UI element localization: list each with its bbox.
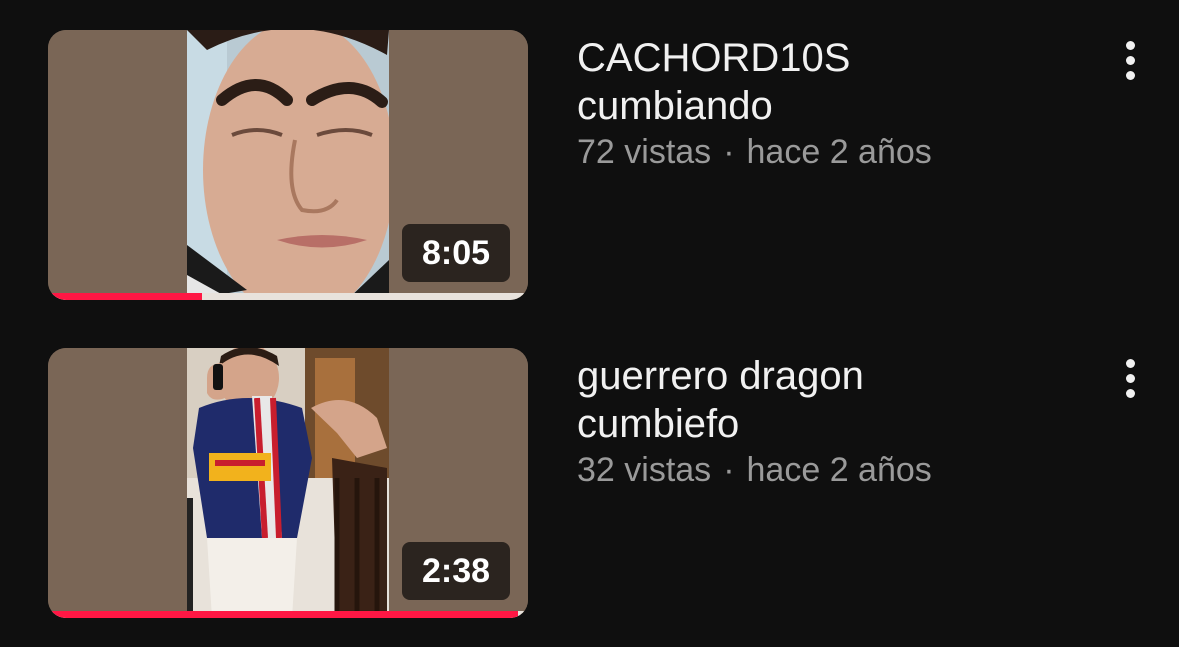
- video-title-line-2: cumbiando: [577, 84, 773, 128]
- upload-age: hace 2 años: [746, 133, 932, 171]
- video-info[interactable]: guerrero dragon cumbiefo 32 vistas · hace …: [577, 352, 1097, 490]
- video-title-line-2: cumbiefo: [577, 402, 740, 446]
- meta-separator: ·: [723, 451, 735, 489]
- upload-age: hace 2 años: [746, 451, 932, 489]
- watch-progress-bar: [48, 611, 528, 618]
- kebab-dot: [1125, 388, 1135, 398]
- meta-separator: ·: [723, 133, 735, 171]
- video-info[interactable]: CACHORD10S cumbiando 72 vistas · hace 2 añ…: [577, 34, 1097, 172]
- video-thumbnail[interactable]: 2:38: [48, 348, 528, 618]
- watch-progress-bar: [48, 293, 528, 300]
- thumbnail-image: [187, 30, 389, 300]
- video-title-line-1: guerrero dragon: [577, 354, 864, 398]
- thumbnail-image: [187, 348, 389, 618]
- kebab-dot: [1125, 358, 1135, 368]
- video-title[interactable]: CACHORD10S cumbiando: [577, 34, 1097, 130]
- thumbnail-pillarbox-left: [48, 30, 187, 300]
- kebab-dot: [1125, 373, 1135, 383]
- more-vert-icon[interactable]: [1112, 38, 1148, 82]
- watch-progress-fill: [48, 611, 519, 618]
- video-list-item[interactable]: 8:05 CACHORD10S cumbiando 72 vistas · hace…: [0, 30, 1179, 320]
- duration-badge: 8:05: [402, 224, 510, 282]
- thumbnail-pillarbox-left: [48, 348, 187, 618]
- watch-progress-fill: [48, 293, 202, 300]
- video-title-line-1: CACHORD10S: [577, 36, 851, 80]
- kebab-dot: [1125, 55, 1135, 65]
- kebab-dot: [1125, 70, 1135, 80]
- video-metadata: 72 vistas · hace 2 años: [577, 132, 1097, 172]
- more-vert-icon[interactable]: [1112, 356, 1148, 400]
- kebab-dot: [1125, 40, 1135, 50]
- video-metadata: 32 vistas · hace 2 años: [577, 450, 1097, 490]
- view-count: 72 vistas: [577, 133, 712, 171]
- video-list-item[interactable]: 2:38 guerrero dragon cumbiefo 32 vistas ·…: [0, 348, 1179, 638]
- video-thumbnail[interactable]: 8:05: [48, 30, 528, 300]
- duration-badge: 2:38: [402, 542, 510, 600]
- video-title[interactable]: guerrero dragon cumbiefo: [577, 352, 1097, 448]
- view-count: 32 vistas: [577, 451, 712, 489]
